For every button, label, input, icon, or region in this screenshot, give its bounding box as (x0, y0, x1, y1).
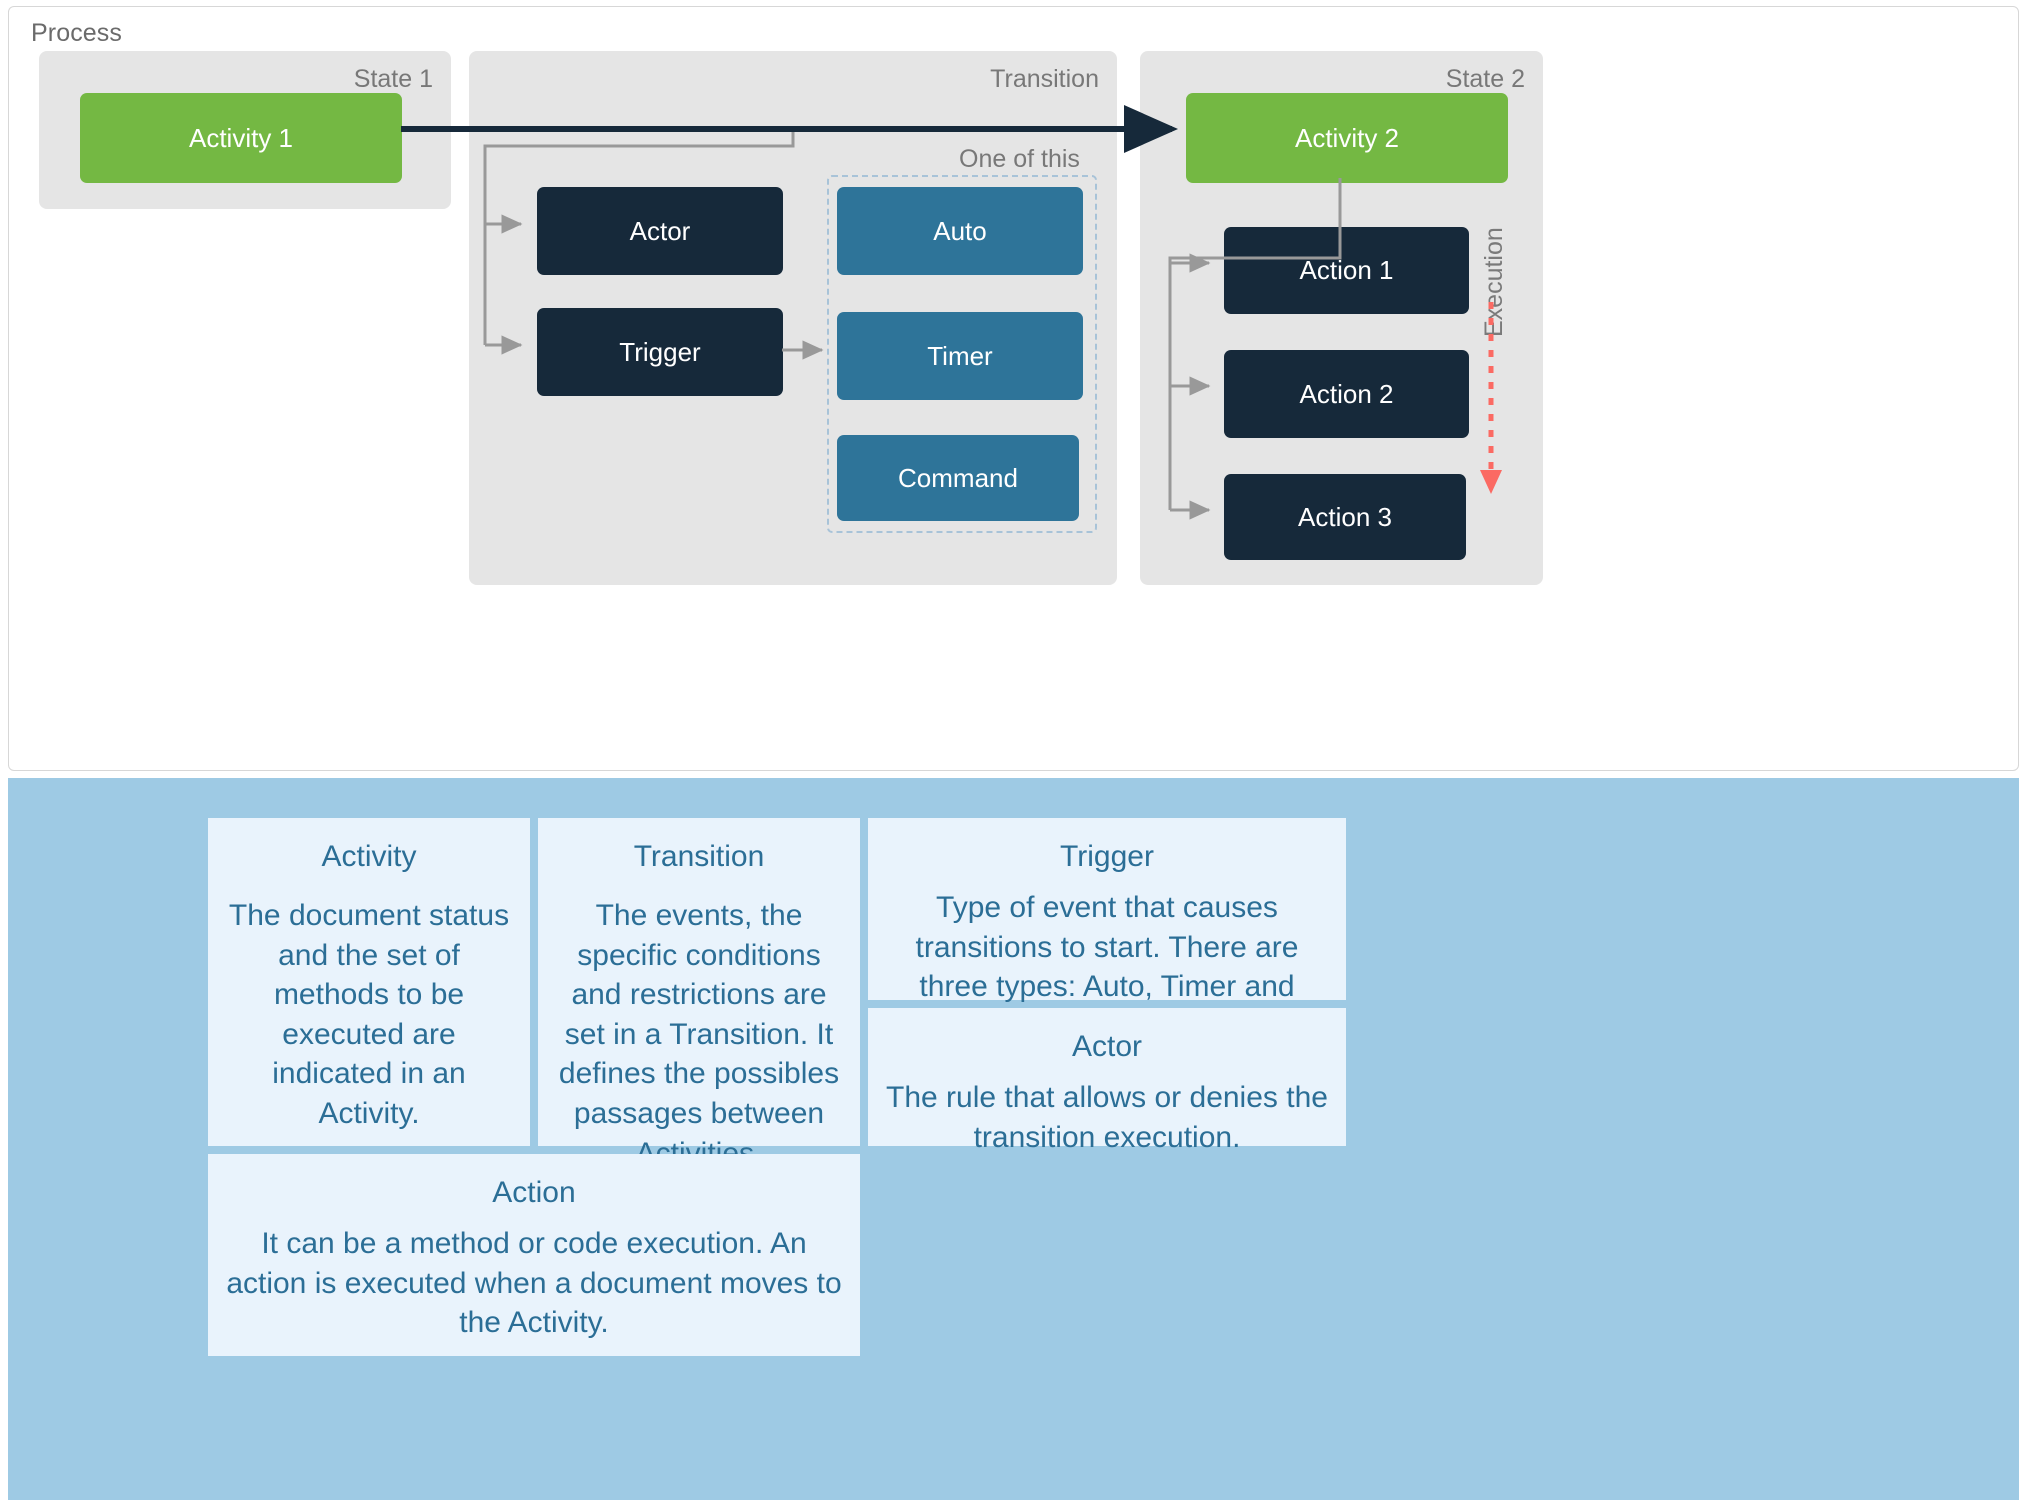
legend-panel: Activity The document status and the set… (8, 778, 2019, 1500)
legend-card-action-body: It can be a method or code execution. An… (226, 1227, 842, 1340)
node-activity-1[interactable]: Activity 1 (80, 93, 402, 183)
legend-card-actor-title: Actor (1071, 1030, 1143, 1063)
node-action-3[interactable]: Action 3 (1224, 474, 1466, 560)
legend-card-activity-title: Activity (321, 840, 417, 873)
execution-label: Execution (1480, 227, 1508, 337)
legend-card-action-title: Action (492, 1176, 576, 1209)
legend-card-actor-body: The rule that allows or denies the trans… (886, 1081, 1328, 1154)
lane-title-state-2: State 2 (1445, 65, 1525, 93)
process-panel: Process State 1 Transition State 2 One o… (8, 6, 2019, 771)
diagram-root: Process State 1 Transition State 2 One o… (0, 0, 2029, 1506)
node-auto[interactable]: Auto (837, 187, 1083, 275)
legend-card-activity-body: The document status and the set of metho… (228, 899, 510, 1130)
legend-card-activity: Activity The document status and the set… (208, 818, 530, 1146)
legend-card-action: Action It can be a method or code execut… (208, 1154, 860, 1356)
node-action-1[interactable]: Action 1 (1224, 227, 1469, 314)
lane-title-state-1: State 1 (353, 65, 433, 93)
node-actor[interactable]: Actor (537, 187, 783, 275)
process-title: Process (31, 19, 123, 47)
legend-card-transition: Transition The events, the specific cond… (538, 818, 860, 1170)
node-trigger[interactable]: Trigger (537, 308, 783, 396)
legend-card-actor: Actor The rule that allows or denies the… (868, 1008, 1346, 1154)
node-timer[interactable]: Timer (837, 312, 1083, 400)
node-command[interactable]: Command (837, 435, 1079, 521)
legend-card-transition-title: Transition (633, 840, 765, 873)
legend-card-trigger: Trigger Type of event that causes transi… (868, 818, 1346, 1043)
one-of-this-label: One of this (959, 145, 1080, 173)
legend-card-trigger-title: Trigger (1060, 840, 1154, 873)
legend-card-transition-body: The events, the specific conditions and … (558, 899, 840, 1170)
node-action-2[interactable]: Action 2 (1224, 350, 1469, 438)
lane-title-transition: Transition (990, 65, 1099, 93)
node-activity-2[interactable]: Activity 2 (1186, 93, 1508, 183)
